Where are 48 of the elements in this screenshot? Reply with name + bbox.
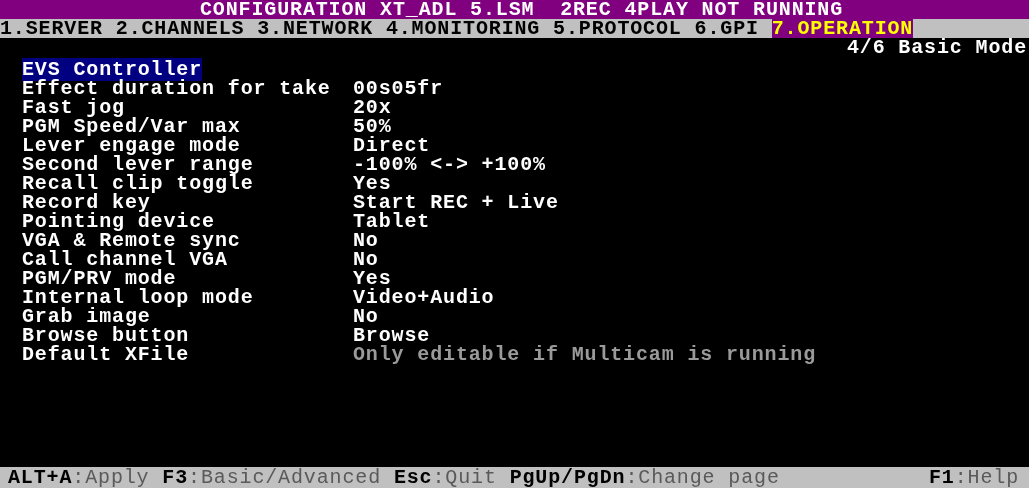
setting-label: Call channel VGA [22, 250, 228, 269]
setting-value[interactable]: Tablet [353, 212, 431, 231]
tab[interactable]: 1.SERVER [0, 19, 103, 38]
shortcut-key: ALT+A [8, 466, 73, 488]
setting-label: Grab image [22, 307, 151, 326]
setting-label: Fast jog [22, 98, 125, 117]
shortcut-key: Esc [393, 466, 433, 488]
tab[interactable]: 7.OPERATION [771, 19, 914, 38]
shortcut-action: :Apply [72, 466, 150, 488]
setting-label: Browse button [22, 326, 191, 345]
window-title: CONFIGURATION XT_ADL 5.LSM 2REC 4PLAY NOT RUNNING [200, 0, 844, 21]
setting-label: PGM Speed/Var max [22, 117, 242, 136]
setting-label: Record key [22, 193, 151, 212]
setting-value[interactable]: Start REC + Live [353, 193, 559, 212]
setting-label: Internal loop mode [22, 288, 255, 307]
setting-value[interactable]: 00s05fr [353, 79, 444, 98]
setting-value[interactable]: Browse [353, 326, 431, 345]
setting-value[interactable]: -100% <-> +100% [353, 155, 546, 174]
setting-value[interactable]: Yes [353, 174, 392, 193]
tab[interactable]: 5.PROTOCOL [553, 19, 682, 38]
setting-value[interactable]: Direct [353, 136, 431, 155]
setting-label: Lever engage mode [22, 136, 242, 155]
tab[interactable]: 6.GPI [694, 19, 759, 38]
shortcut-action: :Quit [432, 466, 497, 488]
setting-value[interactable]: 20x [353, 98, 392, 117]
setting-label: Effect duration for take [22, 79, 332, 98]
tab[interactable]: 3.NETWORK [257, 19, 373, 38]
shortcut-action: :Help [954, 466, 1019, 488]
tab[interactable]: 2.CHANNELS [115, 19, 245, 38]
shortcut-action: :Basic/Advanced [188, 466, 381, 488]
setting-value[interactable]: No [353, 250, 379, 269]
setting-value[interactable]: No [353, 307, 379, 326]
shortcut-action: :Change page [625, 466, 780, 488]
shortcut-key: F1 [928, 466, 955, 488]
shortcut-key: PgUp/PgDn [509, 466, 626, 488]
setting-value[interactable]: 50% [353, 117, 392, 136]
tab[interactable]: 4.MONITORING [385, 19, 541, 38]
setting-label: Pointing device [22, 212, 216, 231]
setting-label: PGM/PRV mode [22, 269, 177, 288]
setting-label: Second lever range [22, 155, 255, 174]
shortcut-key: F3 [162, 466, 189, 488]
setting-value[interactable]: Video+Audio [353, 288, 495, 307]
setting-label: Default XFile [22, 345, 191, 364]
setting-value[interactable]: No [353, 231, 379, 250]
setting-value[interactable]: Yes [353, 269, 392, 288]
setting-label: VGA & Remote sync [22, 231, 242, 250]
setting-label: Recall clip toggle [22, 174, 255, 193]
page-indicator: 4/6 Basic Mode [846, 38, 1027, 57]
